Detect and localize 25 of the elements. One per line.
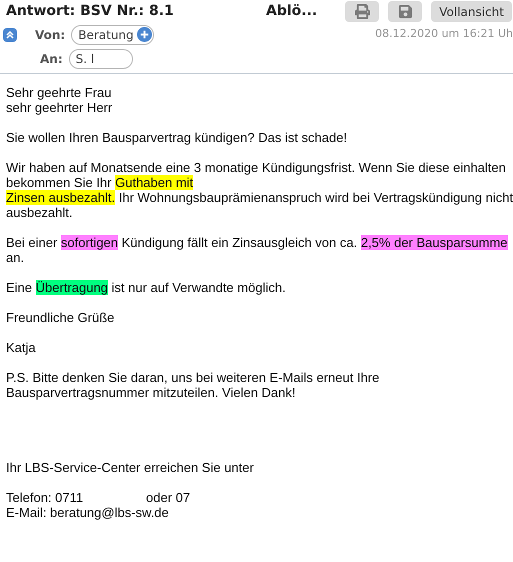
print-button[interactable] [345,1,380,22]
email-line: E-Mail: beratung@lbs-sw.de [6,505,170,520]
collapse-icon[interactable] [3,28,17,42]
printer-icon [354,4,370,19]
from-label: Von: [35,26,66,44]
full-view-button[interactable]: Vollansicht [431,1,512,22]
signature-line: Ihr LBS-Service-Center erreichen Sie unter [6,460,255,475]
message-date: 08.12.2020 um 16:21 Uh [375,26,513,42]
phone-line: Telefon: 0711 [6,490,84,505]
phone-line: oder 07 [146,490,190,505]
message-title: Antwort: BSV Nr.: 8.1 [6,2,175,21]
message-paragraph: Bei einer sofortigen Kündigung fällt ein Zinsausgleich von ca. 2,5% der Bausparsumme an. [6,235,509,265]
recipient-chip[interactable]: S. l [68,49,133,69]
sender-chip[interactable]: Beratung [71,24,154,44]
message-paragraph: Sehr geehrte Frau sehr geehrter Herr [6,85,114,115]
message-paragraph: Freundliche Grüße [6,310,116,325]
message-paragraph: Sie wollen Ihren Bausparvertrag kündigen? Das ist schade! [6,130,348,145]
message-paragraph: Wir haben auf Monatsende eine 3 monatige Kündigungsfrist. Wenn Sie diese einhalten bekommen Sie Ihr Guthaben mit Zinsen ausbezahlt. Ihr Wohnungsbauprämienanspruch wird bei Vertragskündigung nicht ausbezahlt. [6,160,513,220]
message-paragraph: Katja [6,340,37,355]
add-icon[interactable] [136,27,152,42]
save-button[interactable] [388,1,422,22]
to-label: An: [40,51,63,68]
message-paragraph: P.S. Bitte denken Sie daran, uns bei weiteren E-Mails erneut Ihre Bausparvertragsnummer mitzuteilen. Vielen Dank! [6,370,380,400]
message-paragraph: Eine Übertragung ist nur auf Verwandte möglich. [6,280,287,295]
message-title: Ablö... [266,2,318,21]
